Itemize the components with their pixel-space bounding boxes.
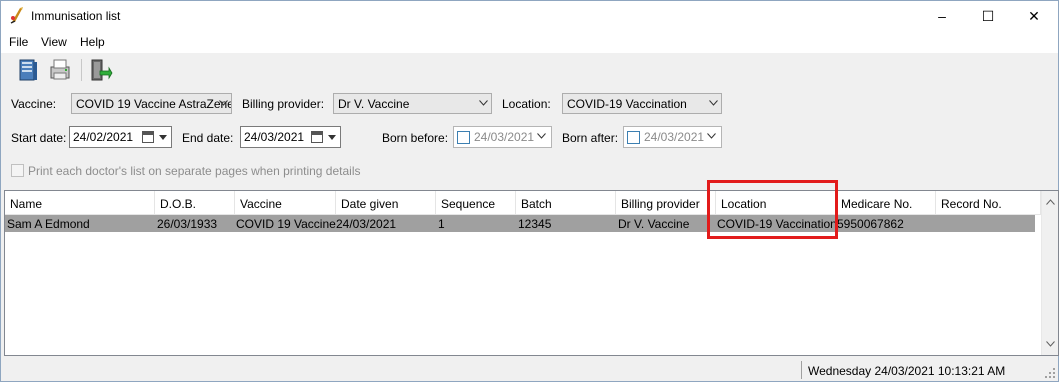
- column-header-billing-provider[interactable]: Billing provider: [616, 191, 716, 215]
- cell-date-given: 24/03/2021: [336, 217, 397, 231]
- menu-file[interactable]: File: [9, 35, 28, 49]
- cell-batch: 12345: [518, 217, 552, 231]
- column-header-record-no[interactable]: Record No.: [936, 191, 1041, 215]
- chevron-down-icon: [219, 100, 228, 106]
- born-before-value: 24/03/2021: [474, 130, 535, 144]
- toolbar-separator: [81, 59, 82, 81]
- column-header-name[interactable]: Name: [5, 191, 155, 215]
- table-row[interactable]: Sam A Edmond 26/03/1933 COVID 19 Vaccine…: [5, 215, 1035, 232]
- print-separate-label: Print each doctor's list on separate pag…: [28, 164, 361, 178]
- chevron-down-icon: [479, 100, 488, 106]
- start-date-value: 24/02/2021: [73, 130, 134, 144]
- billing-provider-select[interactable]: Dr V. Vaccine: [333, 93, 492, 114]
- close-button[interactable]: ✕: [1011, 1, 1057, 31]
- cell-billing-provider: Dr V. Vaccine: [618, 217, 690, 231]
- maximize-button[interactable]: ☐: [965, 1, 1011, 31]
- vertical-scrollbar[interactable]: [1041, 191, 1058, 355]
- end-date-picker[interactable]: 24/03/2021: [240, 126, 341, 148]
- vaccine-value: COVID 19 Vaccine AstraZeneca: [76, 97, 232, 111]
- cell-dob: 26/03/1933: [157, 217, 218, 231]
- born-after-value: 24/03/2021: [644, 130, 705, 144]
- cell-sequence: 1: [438, 217, 445, 231]
- minimize-button[interactable]: –: [919, 1, 965, 31]
- status-bar: Wednesday 24/03/2021 10:13:21 AM: [1, 359, 1058, 381]
- born-before-checkbox[interactable]: [457, 131, 470, 144]
- vaccine-label: Vaccine:: [11, 97, 57, 111]
- table-header: Name D.O.B. Vaccine Date given Sequence …: [5, 191, 1041, 215]
- server-icon[interactable]: [15, 57, 41, 83]
- end-date-value: 24/03/2021: [244, 130, 305, 144]
- location-highlight-box: [707, 180, 838, 239]
- column-header-medicare-no[interactable]: Medicare No.: [836, 191, 936, 215]
- cell-medicare-no: 5950067862: [837, 217, 904, 231]
- exit-door-icon[interactable]: [87, 57, 113, 83]
- printer-icon[interactable]: [47, 57, 73, 83]
- end-date-label: End date:: [182, 131, 234, 145]
- location-value: COVID-19 Vaccination: [567, 97, 687, 111]
- chevron-down-icon: [707, 133, 716, 139]
- scroll-up-icon[interactable]: [1046, 199, 1055, 205]
- location-select[interactable]: COVID-19 Vaccination: [562, 93, 722, 114]
- menu-bar: File View Help: [1, 31, 1058, 53]
- immunisation-table: Name D.O.B. Vaccine Date given Sequence …: [4, 190, 1059, 356]
- start-date-picker[interactable]: 24/02/2021: [69, 126, 172, 148]
- status-separator: [801, 361, 802, 379]
- status-datetime: Wednesday 24/03/2021 10:13:21 AM: [808, 364, 1006, 378]
- toolbar: [1, 53, 1058, 87]
- born-before-label: Born before:: [382, 131, 449, 145]
- app-feather-icon: [9, 6, 25, 24]
- column-header-batch[interactable]: Batch: [516, 191, 616, 215]
- column-header-dob[interactable]: D.O.B.: [155, 191, 235, 215]
- born-after-checkbox[interactable]: [627, 131, 640, 144]
- cell-name: Sam A Edmond: [7, 217, 90, 231]
- dropdown-arrow-icon: [328, 135, 336, 140]
- calendar-icon: [311, 131, 323, 143]
- print-separate-checkbox[interactable]: [11, 164, 24, 177]
- title-bar[interactable]: Immunisation list – ☐ ✕: [1, 1, 1058, 31]
- column-header-vaccine[interactable]: Vaccine: [235, 191, 336, 215]
- born-after-picker[interactable]: 24/03/2021: [623, 126, 722, 148]
- billing-provider-label: Billing provider:: [242, 97, 325, 111]
- menu-view[interactable]: View: [41, 35, 67, 49]
- column-header-date-given[interactable]: Date given: [336, 191, 436, 215]
- born-after-label: Born after:: [562, 131, 619, 145]
- menu-help[interactable]: Help: [80, 35, 105, 49]
- dropdown-arrow-icon: [159, 135, 167, 140]
- location-label: Location:: [502, 97, 551, 111]
- calendar-icon: [142, 131, 154, 143]
- chevron-down-icon: [709, 100, 718, 106]
- column-header-sequence[interactable]: Sequence: [436, 191, 516, 215]
- cell-vaccine: COVID 19 Vaccine AstraZeneca: [236, 217, 336, 231]
- vaccine-select[interactable]: COVID 19 Vaccine AstraZeneca: [71, 93, 232, 114]
- scroll-down-icon[interactable]: [1046, 341, 1055, 347]
- resize-grip-icon[interactable]: [1044, 367, 1056, 379]
- immunisation-list-window: Immunisation list – ☐ ✕ File View Help V…: [0, 0, 1059, 382]
- born-before-picker[interactable]: 24/03/2021: [453, 126, 552, 148]
- chevron-down-icon: [537, 133, 546, 139]
- window-title: Immunisation list: [31, 9, 121, 23]
- billing-provider-value: Dr V. Vaccine: [338, 97, 410, 111]
- start-date-label: Start date:: [11, 131, 67, 145]
